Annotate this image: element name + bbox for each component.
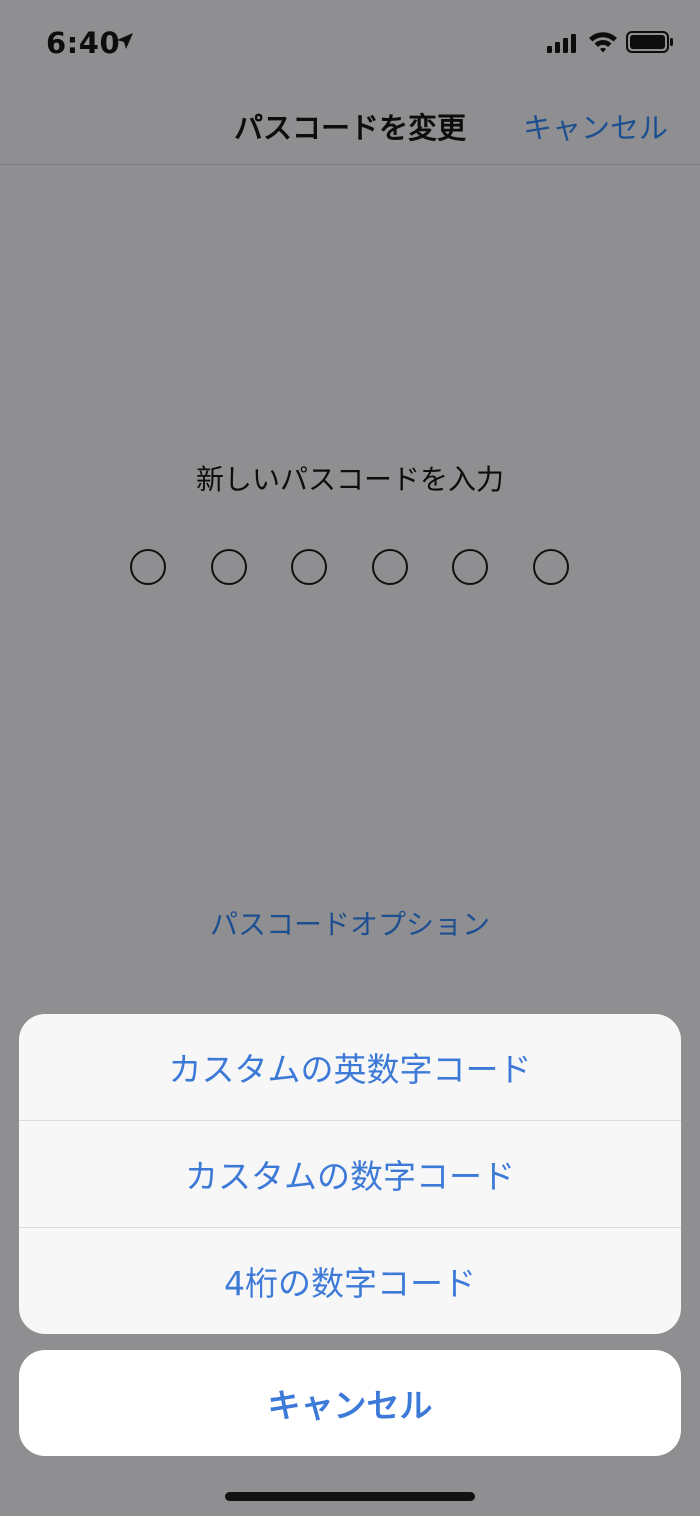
- action-sheet-options: カスタムの英数字コード カスタムの数字コード 4桁の数字コード: [19, 1014, 681, 1334]
- passcode-prompt: 新しいパスコードを入力: [195, 463, 504, 496]
- status-time: 6:40: [46, 26, 121, 60]
- location-arrow-icon: [116, 32, 134, 54]
- option-custom-alphanumeric[interactable]: カスタムの英数字コード: [19, 1014, 681, 1120]
- signal-icon: [547, 33, 579, 57]
- passcode-options-link[interactable]: パスコードオプション: [0, 903, 700, 943]
- action-sheet-cancel-button[interactable]: キャンセル: [19, 1350, 681, 1456]
- passcode-dot: [452, 549, 488, 585]
- status-bar: 6:40: [0, 0, 700, 88]
- option-4-digit-numeric[interactable]: 4桁の数字コード: [19, 1228, 681, 1334]
- passcode-dots: [130, 549, 570, 585]
- home-indicator[interactable]: [225, 1492, 475, 1501]
- passcode-dot: [211, 549, 247, 585]
- nav-cancel-button[interactable]: キャンセル: [523, 105, 668, 147]
- wifi-icon: [588, 30, 618, 58]
- option-custom-numeric[interactable]: カスタムの数字コード: [19, 1121, 681, 1227]
- passcode-dot: [291, 549, 327, 585]
- battery-icon: [626, 30, 674, 58]
- passcode-dot: [533, 549, 569, 585]
- passcode-dot: [372, 549, 408, 585]
- passcode-dot: [130, 549, 166, 585]
- nav-bar: パスコードを変更 キャンセル: [0, 88, 700, 165]
